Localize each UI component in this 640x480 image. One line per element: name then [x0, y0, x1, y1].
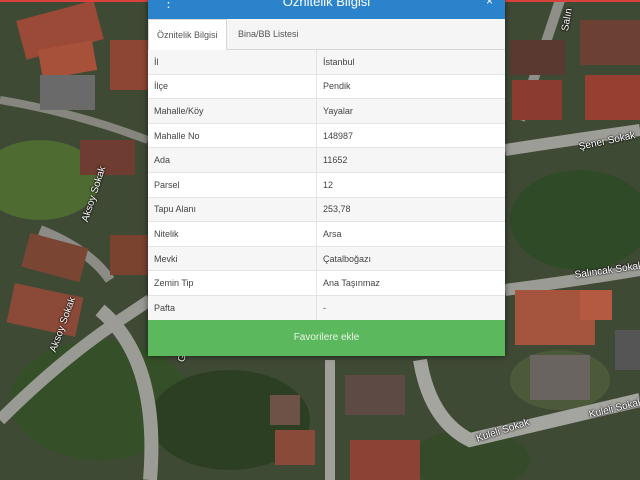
table-row: Ada 11652 — [148, 147, 505, 173]
attr-value: 11652 — [316, 147, 505, 173]
attribute-table: İl İstanbul İlçe Pendik Mahalle/Köy Yayalar… — [148, 50, 505, 321]
attr-value: - — [316, 295, 505, 321]
attr-value: 12 — [316, 172, 505, 198]
attr-value: 253,78 — [316, 197, 505, 223]
table-row: Nitelik Arsa — [148, 221, 505, 247]
attribute-info-dialog: ⋮ Öznitelik Bilgisi × Öznitelik Bilgisi … — [148, 0, 505, 356]
table-row: Parsel 12 — [148, 172, 505, 198]
tab-attribute-info[interactable]: Öznitelik Bilgisi — [148, 19, 227, 51]
attr-value: Pendik — [316, 74, 505, 100]
table-row: Zemin Tip Ana Taşınmaz — [148, 270, 505, 296]
table-row: Mevki Çatalboğazı — [148, 246, 505, 272]
attr-key: Tapu Alanı — [148, 197, 317, 223]
tab-bar: Öznitelik Bilgisi Bina/BB Listesi — [148, 19, 505, 51]
close-icon[interactable]: × — [486, 0, 493, 8]
add-to-favorites-button[interactable]: Favorilere ekle — [148, 320, 505, 356]
attr-key: İl — [148, 50, 317, 75]
attr-key: Parsel — [148, 172, 317, 198]
attr-value: İstanbul — [316, 50, 505, 75]
attr-value: Yayalar — [316, 98, 505, 124]
attr-value: Arsa — [316, 221, 505, 247]
dialog-header: ⋮ Öznitelik Bilgisi × — [148, 0, 505, 19]
attr-key: Mahalle No — [148, 123, 317, 149]
table-row: Mahalle No 148987 — [148, 123, 505, 149]
dialog-title: Öznitelik Bilgisi — [282, 0, 371, 9]
table-row: İlçe Pendik — [148, 74, 505, 100]
table-row: Tapu Alanı 253,78 — [148, 197, 505, 223]
tab-building-list[interactable]: Bina/BB Listesi — [230, 19, 307, 49]
attr-value: Ana Taşınmaz — [316, 270, 505, 296]
attr-key: Nitelik — [148, 221, 317, 247]
attr-key: Pafta — [148, 295, 317, 321]
attr-value: Çatalboğazı — [316, 246, 505, 272]
attr-key: İlçe — [148, 74, 317, 100]
table-row: Mahalle/Köy Yayalar — [148, 98, 505, 124]
attr-key: Mahalle/Köy — [148, 98, 317, 124]
table-row: İl İstanbul — [148, 50, 505, 75]
attr-key: Ada — [148, 147, 317, 173]
table-row: Pafta - — [148, 295, 505, 321]
attr-value: 148987 — [316, 123, 505, 149]
attr-key: Mevki — [148, 246, 317, 272]
attr-key: Zemin Tip — [148, 270, 317, 296]
